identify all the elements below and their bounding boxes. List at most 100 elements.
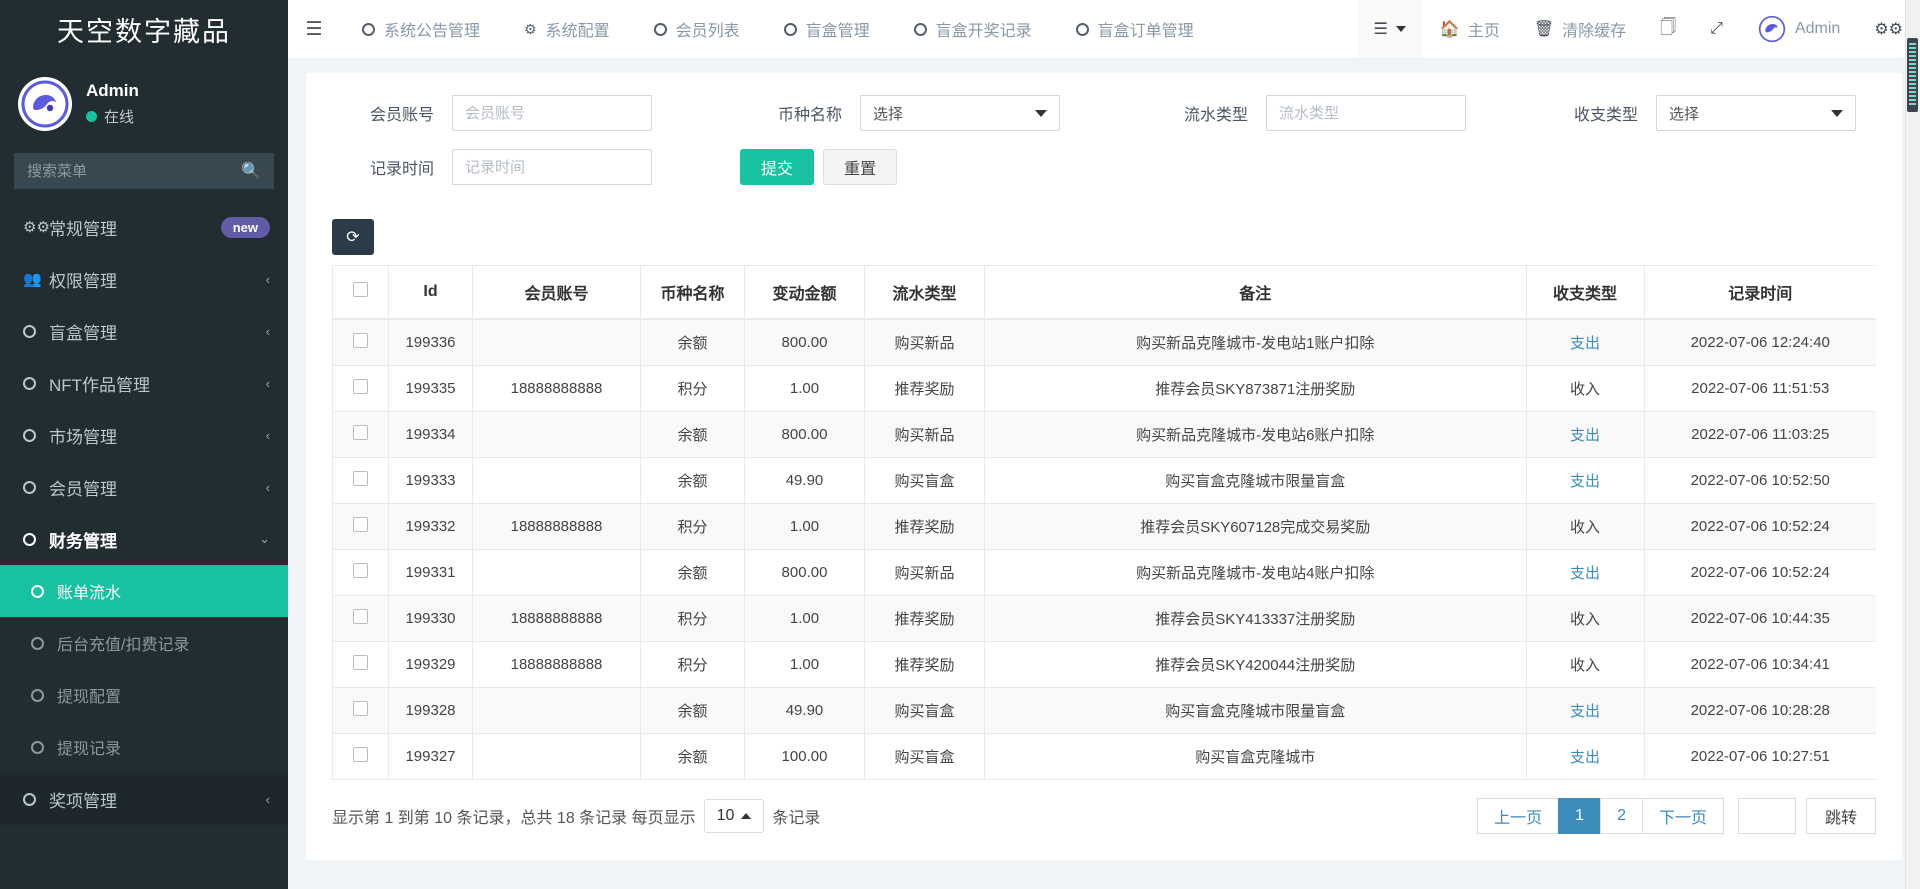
home-button[interactable]: 🏠 主页 [1423,0,1517,58]
circle-icon [783,22,797,36]
submit-button[interactable]: 提交 [740,149,815,185]
sidebar-item-nft[interactable]: NFT作品管理 ‹ [0,357,288,409]
jump-page-input[interactable] [1737,798,1796,834]
io-type-value: 支出 [1569,565,1600,582]
table-container: Id 会员账号 币种名称 变动金额 流水类型 备注 收支类型 记录时间 1993… [306,265,1902,780]
col-id[interactable]: Id [388,265,473,320]
row-checkbox[interactable] [353,425,368,440]
table-row[interactable]: 199329 18888888888 积分 1.00 推荐奖励 推荐会员SKY420044… [332,641,1876,688]
table-row[interactable]: 199334 余额 800.00 购买新品 购买新品克隆城市-发电站6账户扣除 支出 202… [332,411,1876,458]
row-checkbox[interactable] [353,701,368,716]
row-checkbox[interactable] [353,655,368,670]
search-icon[interactable]: 🔍 [241,161,261,181]
col-account[interactable]: 会员账号 [472,265,641,320]
table-row[interactable]: 199336 余额 800.00 购买新品 购买新品克隆城市-发电站1账户扣除 支出 202… [332,319,1876,366]
tab-member-list[interactable]: 会员列表 [632,0,762,58]
sidebar-item-bill-flow[interactable]: 账单流水 [0,565,288,617]
filter-coin-group: 币种名称 选择 [740,95,1060,131]
sidebar-item-member[interactable]: 会员管理 ‹ [0,461,288,513]
flow-type-input[interactable] [1266,95,1466,131]
search-input[interactable] [27,162,242,180]
cogs-icon: ⚙⚙ [23,219,50,236]
col-amount[interactable]: 变动金额 [744,265,865,320]
fullscreen-button[interactable]: ⤢ [1693,0,1740,58]
row-checkbox[interactable] [353,517,368,532]
io-type-select[interactable]: 选择 [1656,95,1856,131]
clear-cache-button[interactable]: 🗑 清除缓存 [1517,0,1643,58]
page-size-select[interactable]: 10 [703,799,765,833]
table-row[interactable]: 199333 余额 49.90 购买盲盒 购买盲盒克隆城市限量盲盒 支出 2022-07-0… [332,457,1876,504]
tab-blindbox-order-manage[interactable]: 盲盒订单管理 [1054,0,1216,58]
sidebar-item-general[interactable]: ⚙⚙ 常规管理 new [0,201,288,253]
sidebar-item-market[interactable]: 市场管理 ‹ [0,409,288,461]
table-row[interactable]: 199327 余额 100.00 购买盲盒 购买盲盒克隆城市 支出 2022-07-06 1… [332,733,1876,780]
row-checkbox[interactable] [353,333,368,348]
table-row[interactable]: 199331 余额 800.00 购买新品 购买新品克隆城市-发电站4账户扣除 支出 202… [332,549,1876,596]
circle-icon [913,22,927,36]
table-row[interactable]: 199330 18888888888 积分 1.00 推荐奖励 推荐会员SKY413337… [332,595,1876,642]
chevron-left-icon: ‹ [265,479,270,495]
sidebar-item-withdraw-record[interactable]: 提现记录 [0,721,288,773]
tab-blindbox-manage[interactable]: 盲盒管理 [762,0,892,58]
cell-id: 199330 [388,595,473,642]
scrollbar-thumb[interactable] [1907,38,1918,112]
page-scrollbar[interactable] [1905,0,1920,889]
chevron-down-icon [1395,26,1406,32]
col-time[interactable]: 记录时间 [1643,265,1876,320]
next-page-button[interactable]: 下一页 [1641,798,1724,834]
row-checkbox[interactable] [353,563,368,578]
col-note[interactable]: 备注 [984,265,1526,320]
cell-coin: 余额 [640,457,745,504]
prev-page-button[interactable]: 上一页 [1477,798,1560,834]
window-restore-button[interactable]: 🗍 [1643,0,1693,58]
io-type-value: 支出 [1569,335,1600,352]
row-checkbox[interactable] [353,471,368,486]
row-checkbox[interactable] [353,747,368,762]
filter-row-2: 记录时间 提交 重置 [332,149,1876,185]
tab-system-announcement[interactable]: 系统公告管理 [340,0,502,58]
window-restore-icon: 🗍 [1660,18,1677,36]
sidebar-item-permission[interactable]: 👥 权限管理 ‹ [0,253,288,305]
tab-list-dropdown-button[interactable]: ☰ [1356,0,1423,58]
record-time-input[interactable] [452,149,652,185]
table-row[interactable]: 199332 18888888888 积分 1.00 推荐奖励 推荐会员SKY607128… [332,503,1876,550]
account-input[interactable] [452,95,652,131]
sidebar-item-finance[interactable]: 财务管理 ⌄ [0,513,288,565]
io-type-value: 收入 [1569,657,1600,674]
col-flow[interactable]: 流水类型 [864,265,985,320]
avatar-logo-icon [21,80,69,128]
cell-id: 199329 [388,641,473,688]
filter-flowtype-label: 流水类型 [1183,107,1248,124]
sidebar-search[interactable]: 🔍 [14,153,274,189]
jump-button[interactable]: 跳转 [1805,798,1876,834]
reset-button[interactable]: 重置 [823,149,898,185]
cell-id: 199334 [388,411,473,458]
circle-icon [23,324,49,338]
select-all-checkbox[interactable] [353,282,368,297]
io-type-value: 收入 [1569,611,1600,628]
sidebar-item-blindbox[interactable]: 盲盒管理 ‹ [0,305,288,357]
table-row[interactable]: 199335 18888888888 积分 1.00 推荐奖励 推荐会员SKY873871… [332,365,1876,412]
sidebar-item-award[interactable]: 奖项管理 ‹ [0,773,288,825]
row-checkbox[interactable] [353,609,368,624]
tab-system-config[interactable]: ⚙ 系统配置 [502,0,632,58]
col-coin[interactable]: 币种名称 [640,265,745,320]
page-button-2[interactable]: 2 [1600,798,1643,834]
table-row[interactable]: 199328 余额 49.90 购买盲盒 购买盲盒克隆城市限量盲盒 支出 2022-07-0… [332,687,1876,734]
tab-blindbox-draw-record[interactable]: 盲盒开奖记录 [892,0,1054,58]
cell-coin: 积分 [640,595,745,642]
coin-select[interactable]: 选择 [860,95,1060,131]
row-checkbox[interactable] [353,379,368,394]
cell-id: 199335 [388,365,473,412]
menu-toggle-button[interactable]: ☰ [288,0,340,58]
sidebar-item-withdraw-config[interactable]: 提现配置 [0,669,288,721]
col-io[interactable]: 收支类型 [1525,265,1644,320]
sidebar-item-recharge-deduct[interactable]: 后台充值/扣费记录 [0,617,288,669]
sidebar-item-label: 后台充值/扣费记录 [57,637,190,654]
user-menu-button[interactable]: Admin [1740,0,1857,58]
cell-flow: 推荐奖励 [864,595,985,642]
sidebar-item-label: 盲盒管理 [49,323,117,343]
refresh-button[interactable]: ⟳ [332,219,374,255]
page-button-1[interactable]: 1 [1558,798,1602,834]
cell-coin: 积分 [640,365,745,412]
